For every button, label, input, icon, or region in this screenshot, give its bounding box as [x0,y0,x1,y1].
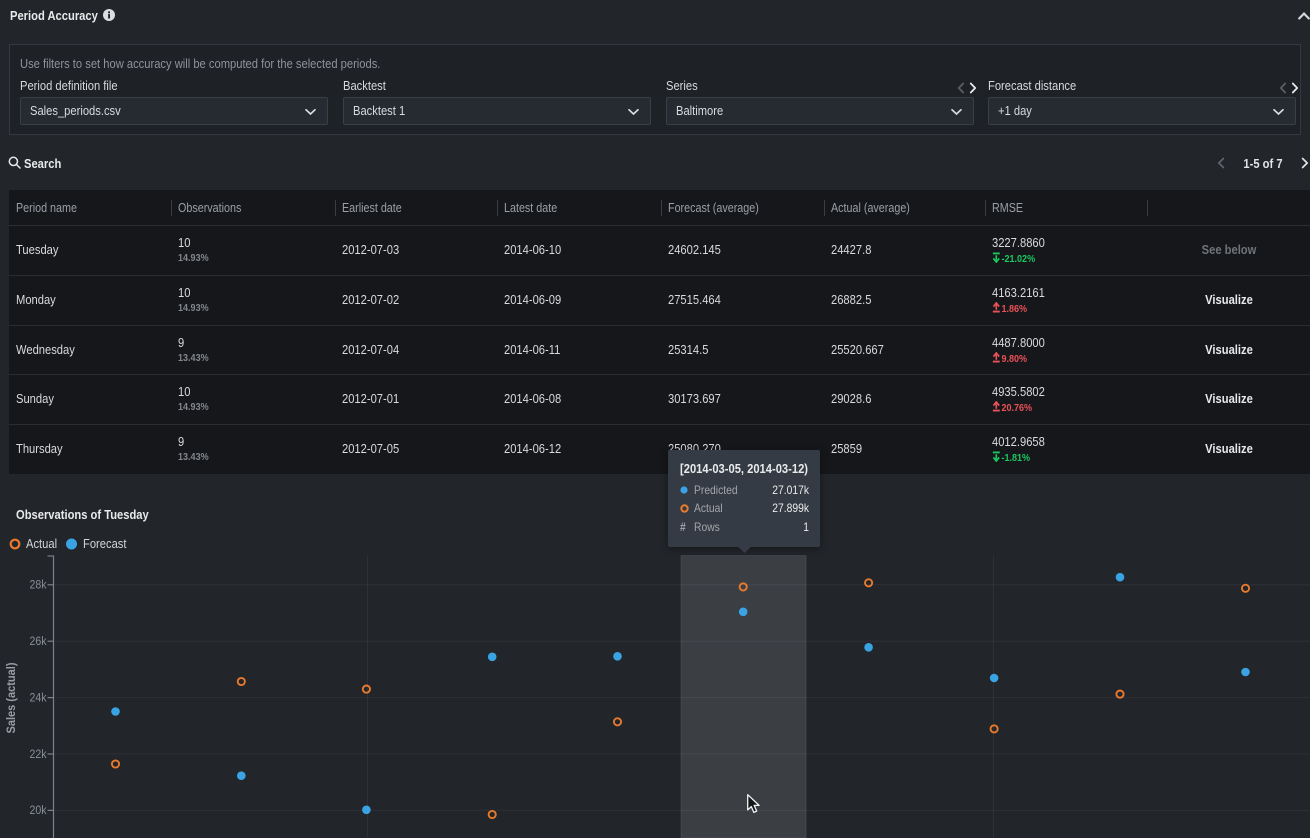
svg-text:22k: 22k [30,749,47,761]
svg-text:26k: 26k [30,636,47,648]
svg-text:Sales (actual): Sales (actual) [4,663,18,734]
svg-text:20k: 20k [30,805,47,817]
svg-text:28k: 28k [30,580,47,592]
svg-text:24k: 24k [30,692,47,704]
